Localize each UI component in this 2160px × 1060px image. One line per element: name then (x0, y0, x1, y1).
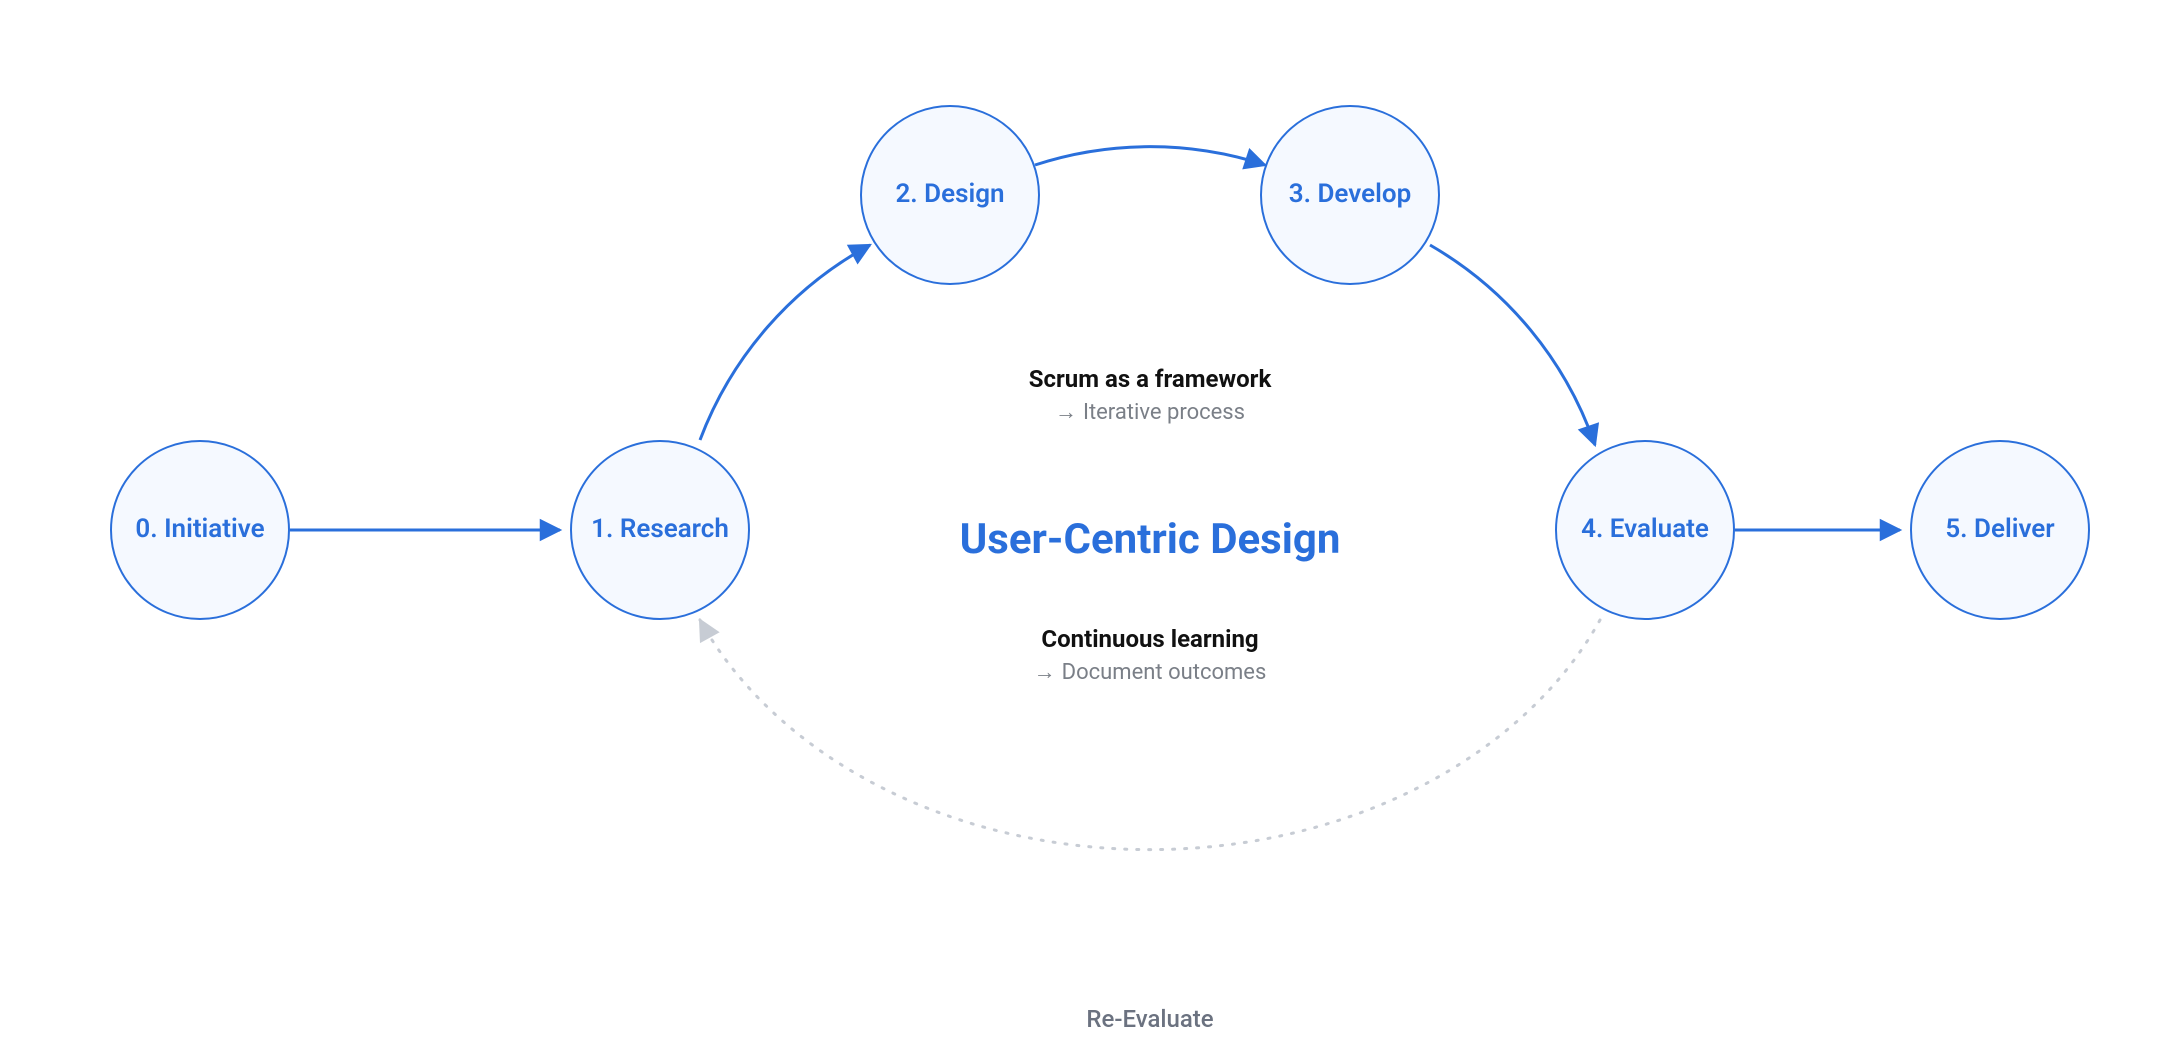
arrow-right-icon: → (1034, 660, 1056, 685)
bottom-note: Continuous learning →Document outcomes (1034, 625, 1267, 685)
connector-3-4 (1430, 245, 1595, 445)
node-design-label: 2. Design (887, 179, 1012, 210)
node-develop: 3. Develop (1260, 105, 1440, 285)
node-deliver-label: 5. Deliver (1937, 514, 2062, 545)
bottom-note-sub: →Document outcomes (1034, 659, 1267, 685)
node-evaluate: 4. Evaluate (1555, 440, 1735, 620)
arrow-right-icon: → (1055, 400, 1077, 425)
bottom-note-heading: Continuous learning (1034, 625, 1267, 653)
node-deliver: 5. Deliver (1910, 440, 2090, 620)
node-initiative: 0. Initiative (110, 440, 290, 620)
center-title: User-Centric Design (960, 516, 1341, 564)
node-initiative-label: 0. Initiative (127, 514, 272, 545)
top-note-sub: →Iterative process (1029, 399, 1272, 425)
node-evaluate-label: 4. Evaluate (1573, 514, 1717, 545)
node-design: 2. Design (860, 105, 1040, 285)
connector-1-2 (700, 245, 870, 440)
top-note-heading: Scrum as a framework (1029, 365, 1272, 393)
center-title-block: User-Centric Design (960, 516, 1341, 564)
top-note: Scrum as a framework →Iterative process (1029, 365, 1272, 425)
node-research-label: 1. Research (583, 514, 737, 545)
connector-2-3 (1035, 147, 1265, 165)
node-develop-label: 3. Develop (1281, 179, 1419, 210)
node-research: 1. Research (570, 440, 750, 620)
diagram-canvas: 0. Initiative 1. Research 2. Design 3. D… (0, 0, 2160, 1060)
return-label: Re-Evaluate (1086, 1005, 1213, 1033)
